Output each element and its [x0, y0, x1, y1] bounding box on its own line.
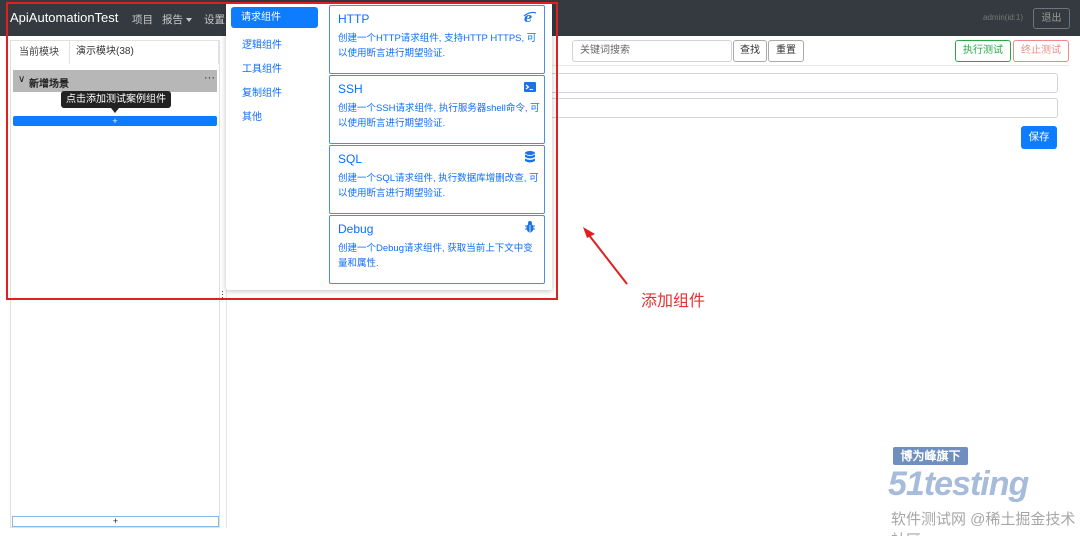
stop-test-button[interactable]: 终止测试	[1013, 40, 1069, 62]
find-button[interactable]: 查找	[733, 40, 767, 62]
highlight-box	[6, 2, 558, 300]
case-name-field[interactable]	[545, 73, 1058, 93]
watermark-footer: 软件测试网 @稀土掘金技术社区	[891, 511, 1076, 536]
logout-button[interactable]: 退出	[1033, 8, 1070, 29]
add-scene-button[interactable]: +	[12, 516, 219, 527]
search-input[interactable]: 关键词搜索	[572, 40, 732, 62]
watermark-banner: 博为峰旗下	[893, 447, 968, 465]
app-window: ApiAutomationTest 项目 报告 设置 admin(id:1) 退…	[0, 0, 1080, 536]
reset-button[interactable]: 重置	[768, 40, 804, 62]
run-test-button[interactable]: 执行测试	[955, 40, 1011, 62]
user-label: admin(id:1)	[983, 13, 1024, 22]
save-button[interactable]: 保存	[1021, 126, 1057, 149]
watermark-logo: 51testing	[888, 465, 1029, 503]
arrow-icon	[583, 227, 628, 285]
case-desc-field[interactable]	[545, 98, 1058, 118]
annotation-text: 添加组件	[641, 293, 706, 310]
